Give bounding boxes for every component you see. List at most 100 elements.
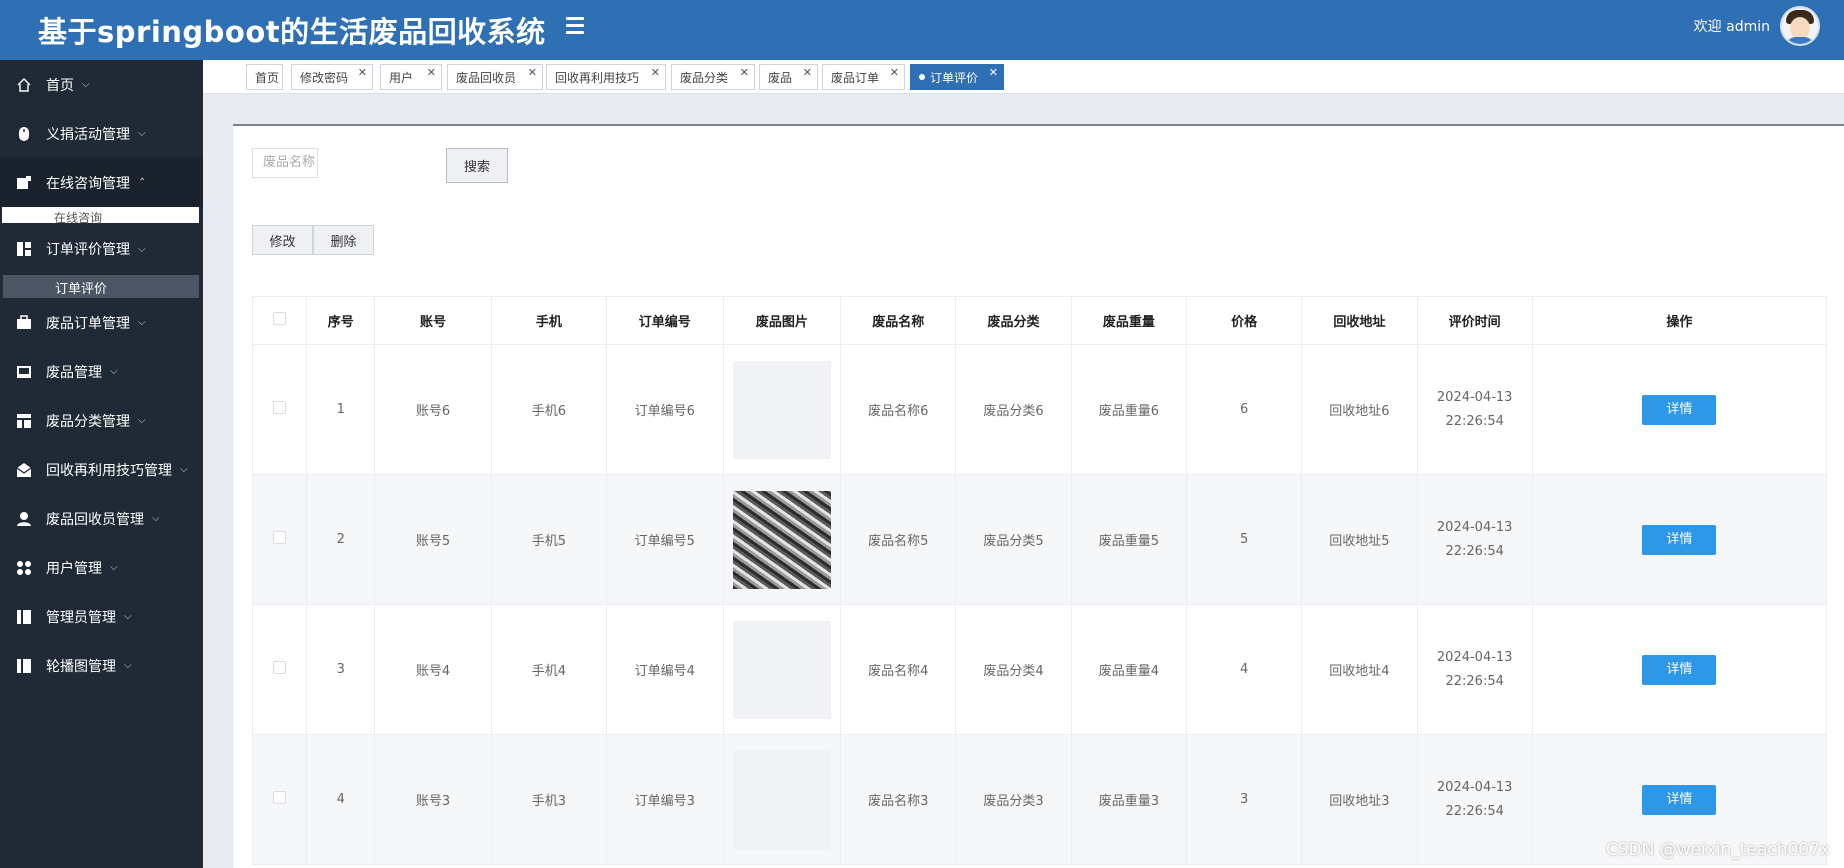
col-header: 废品重量: [1070, 296, 1187, 345]
sidebar-item-label: 废品管理: [46, 364, 102, 381]
avatar[interactable]: [1780, 6, 1820, 46]
sidebar-item-tips[interactable]: 回收再利用技巧管理 ⌵: [0, 445, 203, 494]
sidebar-item-label: 首页: [46, 77, 74, 94]
top-header: 基于springboot的生活废品回收系统 欢迎 admin: [0, 0, 1844, 60]
cell-order: 订单编号5: [606, 474, 724, 605]
close-icon[interactable]: ✕: [890, 66, 899, 79]
app-title: 基于springboot的生活废品回收系统: [38, 15, 546, 49]
sidebar-item-label: 用户管理: [46, 560, 102, 577]
table-row: 2 账号5 手机5 订单编号5 废品名称5 废品分类5 废品重量5 5 回收地址…: [251, 474, 1828, 605]
row-checkbox[interactable]: [251, 344, 308, 475]
home-icon: [16, 77, 32, 93]
detail-button[interactable]: 详情: [1642, 524, 1717, 555]
menu-toggle-icon[interactable]: [566, 14, 588, 36]
edit-button[interactable]: 修改: [252, 225, 313, 255]
cell-phone: 手机6: [490, 344, 608, 475]
sidebar-item-users[interactable]: 用户管理 ⌵: [0, 543, 203, 592]
select-all-checkbox[interactable]: [251, 296, 308, 345]
watermark: CSDN @weixin_teach007x: [1605, 840, 1830, 860]
cell-no: 3: [306, 604, 376, 735]
sidebar-subitem-order-review[interactable]: 订单评价: [3, 275, 199, 298]
tab-recycle-tips[interactable]: 回收再利用技巧 ✕: [546, 64, 666, 90]
waste-image: [732, 490, 831, 589]
tab-collectors[interactable]: 废品回收员 ✕: [447, 64, 543, 90]
cell-weight: 废品重量3: [1070, 734, 1187, 865]
cell-name: 废品名称6: [840, 344, 957, 475]
close-icon[interactable]: ✕: [358, 66, 367, 79]
cell-address: 回收地址4: [1301, 604, 1418, 735]
cell-image: [722, 344, 842, 475]
cell-name: 废品名称4: [840, 604, 957, 735]
table-header-row: 序号 账号 手机 订单编号 废品图片 废品名称 废品分类 废品重量 价格 回收地…: [251, 296, 1828, 345]
cell-weight: 废品重量6: [1070, 344, 1187, 475]
detail-button[interactable]: 详情: [1642, 654, 1717, 685]
close-icon[interactable]: ✕: [427, 66, 436, 79]
col-header: 账号: [374, 296, 492, 345]
sidebar-item-order-review[interactable]: 订单评价管理 ⌵: [0, 223, 203, 275]
layout-icon: [16, 413, 32, 429]
close-icon[interactable]: ✕: [740, 66, 749, 79]
col-header: 废品图片: [722, 296, 842, 345]
col-header: 废品名称: [840, 296, 957, 345]
sidebar-subitem-online-consult[interactable]: 在线咨询: [2, 207, 199, 225]
cell-no: 1: [306, 344, 376, 475]
close-icon[interactable]: ✕: [989, 66, 998, 79]
sidebar-item-admins[interactable]: 管理员管理 ⌵: [0, 592, 203, 641]
col-header: 废品分类: [955, 296, 1072, 345]
tab-order-review[interactable]: 订单评价 ✕: [910, 64, 1004, 90]
chevron-down-icon: ⌵: [110, 562, 118, 573]
tab-home[interactable]: 首页: [246, 64, 283, 90]
chevron-down-icon: ⌵: [124, 611, 132, 622]
table-row: 1 账号6 手机6 订单编号6 废品名称6 废品分类6 废品重量6 6 回收地址…: [251, 344, 1828, 475]
cell-image: [722, 474, 842, 605]
sidebar-item-waste[interactable]: 废品管理 ⌵: [0, 347, 203, 396]
cell-address: 回收地址5: [1301, 474, 1418, 605]
row-checkbox[interactable]: [251, 734, 308, 865]
data-table: 序号 账号 手机 订单编号 废品图片 废品名称 废品分类 废品重量 价格 回收地…: [251, 296, 1828, 865]
cell-name: 废品名称3: [840, 734, 957, 865]
cell-phone: 手机3: [490, 734, 608, 865]
col-header: 订单编号: [606, 296, 724, 345]
sidebar-item-collector[interactable]: 废品回收员管理 ⌵: [0, 494, 203, 543]
waste-image: [732, 750, 831, 849]
cell-category: 废品分类4: [955, 604, 1072, 735]
detail-button[interactable]: 详情: [1642, 784, 1717, 815]
col-header: 手机: [490, 296, 608, 345]
tab-waste[interactable]: 废品 ✕: [759, 64, 818, 90]
search-button[interactable]: 搜索: [446, 148, 508, 183]
sidebar-item-label: 在线咨询管理: [46, 175, 130, 192]
waste-image: [732, 620, 831, 719]
sidebar-item-label: 管理员管理: [46, 609, 116, 626]
chevron-down-icon: ⌵: [124, 660, 132, 671]
tab-waste-category[interactable]: 废品分类 ✕: [671, 64, 755, 90]
cell-weight: 废品重量5: [1070, 474, 1187, 605]
cell-order: 订单编号6: [606, 344, 724, 475]
search-input[interactable]: 废品名称: [252, 148, 318, 178]
mouse-icon: [16, 126, 32, 142]
detail-button[interactable]: 详情: [1642, 394, 1717, 425]
chevron-up-icon: ⌃: [138, 177, 147, 188]
cell-phone: 手机4: [490, 604, 608, 735]
delete-button[interactable]: 删除: [313, 225, 374, 255]
close-icon[interactable]: ✕: [528, 66, 537, 79]
chevron-down-icon: ⌵: [180, 464, 188, 475]
sidebar-item-donation[interactable]: 义捐活动管理 ⌵: [0, 109, 203, 158]
mail-icon: [16, 462, 32, 478]
welcome-text: 欢迎 admin: [1693, 19, 1770, 35]
close-icon[interactable]: ✕: [651, 66, 660, 79]
sidebar-item-consult[interactable]: 在线咨询管理 ⌃: [0, 158, 203, 207]
tab-users[interactable]: 用户 ✕: [380, 64, 442, 90]
chat-icon: [16, 175, 32, 191]
close-icon[interactable]: ✕: [803, 66, 812, 79]
cell-account: 账号5: [374, 474, 492, 605]
cell-time: 2024-04-13 22:26:54: [1416, 474, 1533, 605]
sidebar-item-carousel[interactable]: 轮播图管理 ⌵: [0, 641, 203, 690]
sidebar-item-home[interactable]: 首页 ⌵: [0, 60, 203, 109]
tab-waste-order[interactable]: 废品订单 ✕: [822, 64, 905, 90]
tabs-bar: 首页 修改密码 ✕ 用户 ✕ 废品回收员 ✕ 回收再利用技巧 ✕ 废品分类 ✕ 废品 ✕ 废…: [203, 60, 1844, 94]
row-checkbox[interactable]: [251, 604, 308, 735]
tab-change-password[interactable]: 修改密码 ✕: [291, 64, 373, 90]
row-checkbox[interactable]: [251, 474, 308, 605]
sidebar-item-waste-order[interactable]: 废品订单管理 ⌵: [0, 298, 203, 347]
sidebar-item-category[interactable]: 废品分类管理 ⌵: [0, 396, 203, 445]
